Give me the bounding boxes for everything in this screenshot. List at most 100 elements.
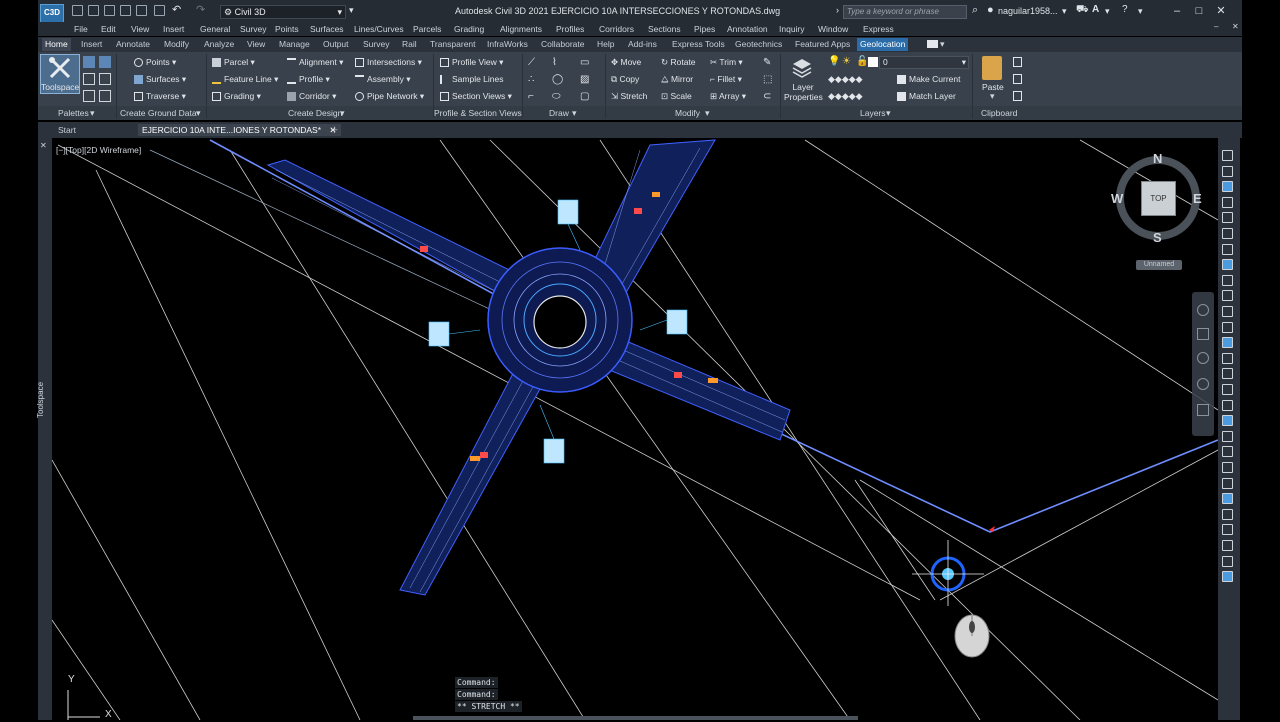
toolbar-tool-icon[interactable]	[1222, 306, 1233, 317]
menu-surfaces[interactable]: Surfaces	[310, 24, 344, 34]
panel-layers[interactable]: Layers	[860, 108, 886, 118]
qat-customize-icon[interactable]: ▾	[349, 5, 354, 16]
menu-alignments[interactable]: Alignments	[500, 24, 542, 34]
web-mobile-icon[interactable]	[136, 5, 147, 16]
doc-minimize-button[interactable]: –	[1214, 22, 1218, 31]
profile-button[interactable]: Profile ▾	[287, 74, 330, 85]
menu-express[interactable]: Express	[863, 24, 894, 34]
toolbar-tool-icon[interactable]	[1222, 181, 1233, 192]
autodesk-a360-icon[interactable]: A	[1092, 4, 1099, 15]
polyline-icon[interactable]: ⌇	[552, 57, 557, 68]
toolbar-tool-icon[interactable]	[1222, 275, 1233, 286]
match-layer-button[interactable]: Match Layer	[897, 91, 956, 102]
save-icon[interactable]	[104, 5, 115, 16]
toolbar-tool-icon[interactable]	[1222, 524, 1233, 535]
tab-start[interactable]: Start	[54, 124, 80, 136]
tab-infraworks[interactable]: InfraWorks	[484, 38, 531, 51]
fillet-button[interactable]: ⌐ Fillet ▾	[710, 74, 742, 85]
menu-parcels[interactable]: Parcels	[413, 24, 441, 34]
layer-properties-button[interactable]: Layer Properties	[784, 82, 823, 102]
toolbar-tool-icon[interactable]	[1222, 212, 1233, 223]
showmotion-icon[interactable]	[1197, 404, 1209, 416]
save-as-icon[interactable]	[120, 5, 131, 16]
layer-off-icon[interactable]: ◆◆◆◆◆	[828, 74, 863, 85]
tab-transparent[interactable]: Transparent	[427, 38, 479, 51]
tab-view[interactable]: View	[244, 38, 268, 51]
menu-general[interactable]: General	[200, 24, 230, 34]
tab-help[interactable]: Help	[594, 38, 617, 51]
toolbar-tool-icon[interactable]	[1222, 446, 1233, 457]
help-dropdown-icon[interactable]: ▾	[1138, 6, 1143, 17]
menu-view[interactable]: View	[131, 24, 149, 34]
menu-sections[interactable]: Sections	[648, 24, 681, 34]
tab-home[interactable]: Home	[42, 38, 71, 51]
layer-dropdown[interactable]: 0 ▾	[879, 56, 969, 69]
toolbar-tool-icon[interactable]	[1222, 431, 1233, 442]
menu-edit[interactable]: Edit	[101, 24, 116, 34]
feature-line-button[interactable]: Feature Line ▾	[212, 74, 278, 85]
menu-points[interactable]: Points	[275, 24, 299, 34]
pipe-network-button[interactable]: Pipe Network ▾	[355, 91, 424, 102]
compass-east[interactable]: E	[1193, 191, 1202, 206]
menu-inquiry[interactable]: Inquiry	[779, 24, 805, 34]
array-button[interactable]: ⊞ Array ▾	[710, 91, 746, 102]
move-button[interactable]: ✥ Move	[611, 57, 641, 68]
panel-clipboard[interactable]: Clipboard	[981, 108, 1017, 118]
copy-button[interactable]: ⧉ Copy	[611, 74, 639, 85]
hatch-icon[interactable]: ▨	[580, 74, 589, 85]
ellipse-icon[interactable]: ⬭	[552, 91, 561, 102]
parcel-button[interactable]: Parcel ▾	[212, 57, 255, 68]
panel-create-design-dropdown-icon[interactable]: ▾	[340, 108, 345, 119]
settings-palette-icon[interactable]	[99, 56, 111, 68]
traverse-button[interactable]: Traverse ▾	[134, 91, 186, 102]
toolbar-tool-icon[interactable]	[1222, 571, 1233, 582]
orbit-icon[interactable]	[1197, 378, 1209, 390]
a360-dropdown-icon[interactable]: ▾	[1105, 6, 1110, 17]
trim-button[interactable]: ✂ Trim ▾	[710, 57, 743, 68]
panel-create-design[interactable]: Create Design	[288, 108, 342, 118]
steering-wheel-icon[interactable]	[1197, 304, 1209, 316]
viewport-controls[interactable]: [−][Top][2D Wireframe]	[56, 145, 141, 155]
sample-lines-button[interactable]: Sample Lines	[440, 74, 504, 85]
cart-icon[interactable]: ⛟	[1076, 4, 1089, 17]
new-icon[interactable]	[72, 5, 83, 16]
menu-annotation[interactable]: Annotation	[727, 24, 768, 34]
paste-dropdown-icon[interactable]: ▾	[990, 91, 995, 102]
viewcube-top-face[interactable]: TOP	[1141, 181, 1176, 216]
match-properties-icon[interactable]	[1013, 91, 1022, 101]
tool-palettes-icon[interactable]	[99, 73, 111, 85]
toolbar-tool-icon[interactable]	[1222, 353, 1233, 364]
tab-add-ins[interactable]: Add-ins	[625, 38, 660, 51]
ribbon-toggle-dropdown-icon[interactable]: ▾	[940, 39, 945, 50]
menu-file[interactable]: File	[74, 24, 88, 34]
zoom-extents-icon[interactable]	[1197, 352, 1209, 364]
surfaces-button[interactable]: Surfaces ▾	[134, 74, 186, 85]
corridor-button[interactable]: Corridor ▾	[287, 91, 336, 102]
search-icon[interactable]: ⌕	[972, 4, 978, 17]
make-current-button[interactable]: Make Current	[897, 74, 961, 85]
tab-analyze[interactable]: Analyze	[201, 38, 237, 51]
explode-icon[interactable]: ⬚	[763, 74, 772, 85]
tab-geotechnics[interactable]: Geotechnics	[732, 38, 785, 51]
panel-profile-section-views[interactable]: Profile & Section Views	[434, 108, 522, 118]
doc-close-button[interactable]: ✕	[1232, 22, 1239, 31]
undo-icon[interactable]: ↶	[172, 3, 181, 16]
alignment-button[interactable]: Alignment ▾	[287, 57, 343, 68]
toolbar-tool-icon[interactable]	[1222, 337, 1233, 348]
toolbar-tool-icon[interactable]	[1222, 478, 1233, 489]
panel-palettes-dropdown-icon[interactable]: ▾	[90, 108, 95, 119]
ribbon-toggle-icon[interactable]	[927, 40, 938, 48]
layer-palette-icon[interactable]	[83, 90, 95, 102]
compass-west[interactable]: W	[1111, 191, 1123, 206]
user-icon[interactable]: ●	[987, 4, 994, 16]
toolbar-tool-icon[interactable]	[1222, 400, 1233, 411]
toolbar-tool-icon[interactable]	[1222, 259, 1233, 270]
tab-geolocation[interactable]: Geolocation	[857, 38, 909, 51]
user-dropdown-icon[interactable]: ▾	[1062, 6, 1067, 17]
toolspace-palette-strip[interactable]	[38, 138, 52, 720]
toolbar-tool-icon[interactable]	[1222, 556, 1233, 567]
spline-icon[interactable]: ⌐	[528, 91, 534, 102]
palette-close-icon[interactable]: ✕	[40, 141, 47, 150]
tab-collaborate[interactable]: Collaborate	[538, 38, 587, 51]
point-icon[interactable]: ∴	[528, 74, 534, 85]
